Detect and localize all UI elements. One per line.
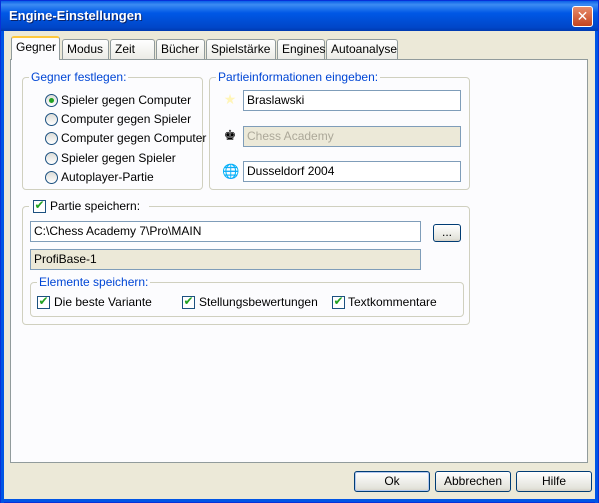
check-icon: ✔ [38,294,49,308]
window-frame-bottom [1,499,598,502]
tab-label: Autoanalyse [331,42,398,56]
save-path-field[interactable]: C:\Chess Academy 7\Pro\MAIN [30,221,421,242]
save-game-checkbox-row[interactable]: ✔ Partie speichern: [29,198,149,215]
game-info-group: Partieinformationen eingeben: ★ Braslaws… [209,70,470,190]
help-button[interactable]: Hilfe [516,471,592,492]
location-field[interactable]: Dusseldorf 2004 [243,161,461,182]
tab-buecher[interactable]: Bücher [156,39,205,59]
radio-label: Computer gegen Computer [61,131,207,145]
tab-engines[interactable]: Engines [277,39,325,59]
tab-label: Engines [282,42,326,56]
cancel-button[interactable]: Abbrechen [435,471,511,492]
tab-panel-gegner: Gegner festlegen: Spieler gegen Computer… [10,59,588,463]
check-icon: ✔ [183,294,194,308]
king-icon: ♚ [223,127,237,143]
radio-label: Spieler gegen Spieler [61,151,176,165]
opponent-group: Gegner festlegen: Spieler gegen Computer… [22,70,207,190]
window-title: Engine-Einstellungen [9,8,142,23]
tab-label: Spielstärke [211,42,271,56]
ok-button[interactable]: Ok [354,471,430,492]
close-button[interactable]: ✕ [572,6,593,27]
text-comments-checkbox[interactable]: ✔ [332,294,345,309]
window-frame-right [595,31,598,503]
dialog-window: Engine-Einstellungen ✕ Gegner Modus Zeit… [0,0,599,503]
radio-selected-dot [49,98,54,103]
radio-button[interactable] [45,132,58,145]
tab-modus[interactable]: Modus [62,39,109,59]
tab-spielstaerke[interactable]: Spielstärke [206,39,276,59]
radio-label: Computer gegen Spieler [61,112,192,126]
opponent-group-legend: Gegner festlegen: [29,70,129,84]
team-field[interactable]: Chess Academy [243,126,461,147]
tab-label: Gegner [16,40,57,54]
elements-group: Elemente speichern: ✔ Die beste Variante… [30,275,464,317]
radio-button[interactable] [45,94,58,107]
position-evaluations-checkbox[interactable]: ✔ [182,294,195,309]
best-variant-label: Die beste Variante [54,295,152,309]
save-game-label: Partie speichern: [50,199,141,213]
player-name-field[interactable]: Braslawski [243,90,461,111]
tab-label: Zeit [115,42,136,56]
database-field[interactable]: ProfiBase-1 [30,249,421,270]
text-comments-label: Textkommentare [348,295,437,309]
radio-button[interactable] [45,113,58,126]
save-game-group: ✔ Partie speichern: C:\Chess Academy 7\P… [22,198,470,325]
browse-button[interactable]: ... [433,224,461,242]
game-info-group-legend: Partieinformationen eingeben: [216,70,381,84]
tab-label: Modus [67,42,104,56]
save-game-checkbox[interactable]: ✔ [33,198,46,213]
title-bar[interactable]: Engine-Einstellungen ✕ [1,1,598,31]
position-evaluations-label: Stellungsbewertungen [199,295,318,309]
best-variant-checkbox[interactable]: ✔ [37,294,50,309]
star-icon: ★ [223,91,237,107]
close-icon: ✕ [576,8,589,24]
radio-button[interactable] [45,171,58,184]
radio-label: Autoplayer-Partie [61,170,154,184]
tab-label: Bücher [161,42,200,56]
radio-label: Spieler gegen Computer [61,93,192,107]
check-icon: ✔ [333,294,344,308]
tab-gegner[interactable]: Gegner [11,36,60,60]
tab-zeit[interactable]: Zeit [110,39,155,59]
globe-icon: 🌐 [222,163,240,179]
check-icon: ✔ [34,198,45,212]
radio-button[interactable] [45,152,58,165]
elements-group-legend: Elemente speichern: [37,275,151,289]
tab-autoanalyse[interactable]: Autoanalyse [326,39,398,59]
window-frame-left [1,31,4,503]
